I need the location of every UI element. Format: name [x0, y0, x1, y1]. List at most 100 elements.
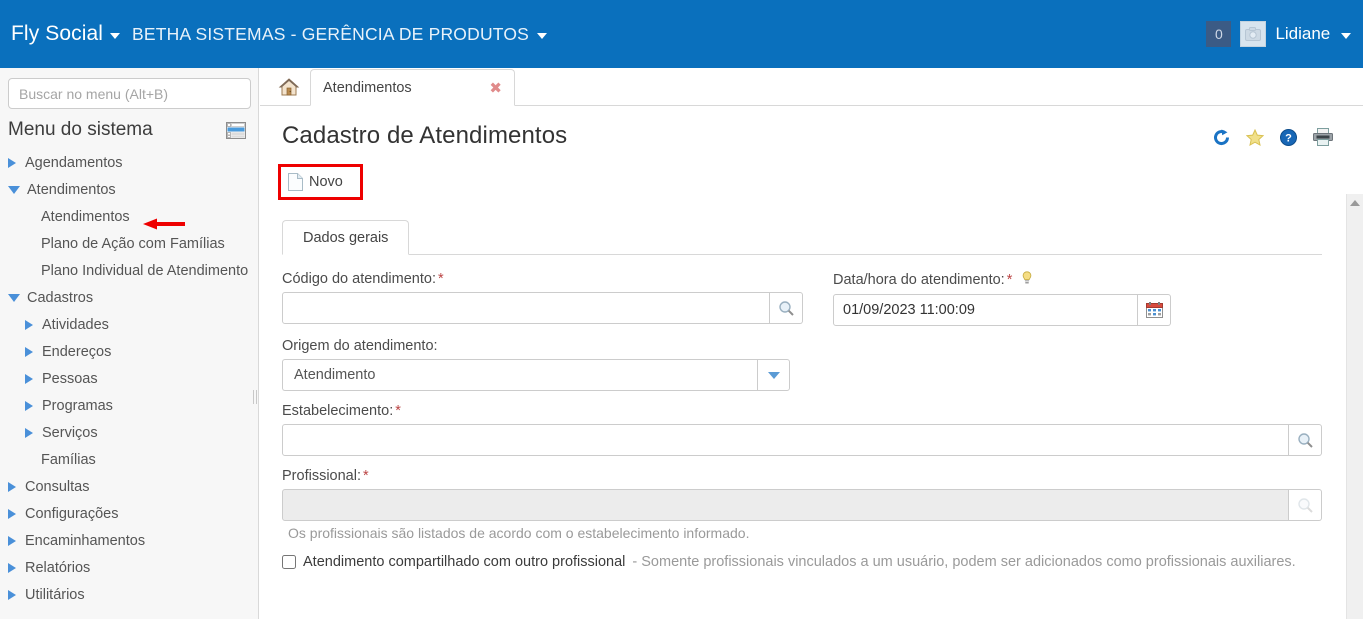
- sidebar-item-plano-individual-de-atendimento[interactable]: Plano Individual de Atendimento: [0, 257, 258, 284]
- calendar-icon: [1145, 302, 1163, 318]
- chevron-right-icon: [25, 373, 33, 384]
- search-icon: [1297, 432, 1313, 448]
- sidebar-item-label: Atividades: [42, 316, 109, 333]
- sidebar-item-label: Agendamentos: [25, 154, 123, 171]
- sidebar-item-relat-rios[interactable]: Relatórios: [0, 554, 258, 581]
- document-icon: [288, 173, 303, 191]
- sidebar-item-fam-lias[interactable]: Famílias: [0, 446, 258, 473]
- sidebar-item-encaminhamentos[interactable]: Encaminhamentos: [0, 527, 258, 554]
- home-icon: [278, 77, 300, 95]
- profissional-label-text: Profissional:: [282, 468, 361, 484]
- origem-select-group[interactable]: Atendimento: [282, 359, 1322, 391]
- origem-select-value[interactable]: Atendimento: [282, 359, 757, 391]
- chevron-down-icon: [8, 293, 20, 302]
- organization-label: BETHA SISTEMAS - GERÊNCIA DE PRODUTOS: [132, 23, 530, 44]
- sidebar-item-atividades[interactable]: Atividades: [0, 311, 258, 338]
- refresh-icon[interactable]: [1213, 129, 1230, 146]
- sidebar-item-label: Atendimentos: [41, 208, 130, 225]
- chevron-down-icon: [537, 32, 548, 39]
- favorite-star-icon[interactable]: [1245, 128, 1265, 146]
- tab-home[interactable]: [270, 68, 308, 105]
- tab-bar: Atendimentos ✖: [260, 68, 1363, 106]
- profissional-input[interactable]: [282, 489, 1290, 521]
- sidebar-menu: Agendamentos Atendimentos Atendimentos Plan…: [0, 147, 258, 608]
- sidebar-item-label: Endereços: [42, 343, 112, 360]
- sidebar-item-servi-os[interactable]: Serviços: [0, 419, 258, 446]
- help-icon[interactable]: ?: [1280, 128, 1297, 146]
- estabelecimento-search-button[interactable]: [1289, 424, 1322, 456]
- sidebar-item-label: Serviços: [42, 424, 98, 441]
- field-label: Data/hora do atendimento: *: [833, 271, 1171, 289]
- field-atendimento-compartilhado: Atendimento compartilhado com outro prof…: [282, 554, 1322, 570]
- user-menu[interactable]: Lidiane: [1275, 24, 1351, 44]
- codigo-input[interactable]: [282, 292, 770, 324]
- close-icon[interactable]: ✖: [463, 79, 502, 97]
- organization-selector[interactable]: BETHA SISTEMAS - GERÊNCIA DE PRODUTOS: [132, 23, 548, 45]
- print-icon[interactable]: [1313, 128, 1333, 146]
- datahora-input[interactable]: [833, 294, 1138, 326]
- sidebar-item-plano-de-a-o-com-fam-lias[interactable]: Plano de Ação com Famílias: [0, 230, 258, 257]
- shared-appointment-checkbox[interactable]: [282, 555, 296, 569]
- sidebar-item-programas[interactable]: Programas: [0, 392, 258, 419]
- sidebar-item-label: Consultas: [25, 478, 90, 495]
- sidebar-item-label: Cadastros: [27, 289, 94, 306]
- brand-label: Fly Social: [11, 22, 104, 45]
- chevron-right-icon: [25, 319, 33, 330]
- tab-atendimentos[interactable]: Atendimentos ✖: [310, 69, 515, 106]
- header-right-group: 0 Lidiane: [1206, 21, 1351, 47]
- vertical-scrollbar[interactable]: [1346, 194, 1363, 619]
- chevron-right-icon: [25, 346, 33, 357]
- new-button[interactable]: Novo: [281, 167, 352, 197]
- codigo-search-button[interactable]: [770, 292, 803, 324]
- chevron-right-icon: [8, 562, 16, 573]
- shared-appointment-label[interactable]: Atendimento compartilhado com outro prof…: [303, 554, 625, 570]
- field-profissional: Profissional: * Os profissionais são list…: [282, 468, 1322, 541]
- notification-badge[interactable]: 0: [1206, 21, 1232, 47]
- search-input[interactable]: [8, 78, 251, 109]
- username-label: Lidiane: [1275, 24, 1331, 43]
- codigo-label-text: Código do atendimento:: [282, 271, 436, 287]
- sidebar-item-label: Programas: [42, 397, 113, 414]
- form-row-1: Código do atendimento: * Data/hora do at…: [282, 271, 1322, 338]
- avatar[interactable]: [1240, 21, 1267, 47]
- field-label: Profissional: *: [282, 468, 1322, 484]
- page-toolbar: Novo: [278, 164, 1363, 200]
- lightbulb-icon[interactable]: [1022, 271, 1032, 289]
- profissional-input-group: [282, 489, 1322, 521]
- sidebar-item-cadastros[interactable]: Cadastros: [0, 284, 258, 311]
- sidebar-item-utilit-rios[interactable]: Utilitários: [0, 581, 258, 608]
- sidebar-item-atendimentos[interactable]: Atendimentos: [0, 203, 258, 230]
- chevron-right-icon: [8, 535, 16, 546]
- scroll-up-arrow-icon[interactable]: [1350, 200, 1360, 206]
- sidebar-search-wrap: [0, 68, 258, 113]
- field-label: Origem do atendimento:: [282, 338, 438, 354]
- chevron-down-icon: [8, 185, 20, 194]
- sidebar-splitter-handle[interactable]: [251, 386, 258, 408]
- origem-dropdown-button[interactable]: [757, 359, 790, 391]
- sidebar-title: Menu do sistema: [8, 119, 153, 140]
- brand-menu[interactable]: Fly Social: [11, 22, 121, 46]
- search-icon: [1297, 497, 1313, 513]
- calendar-button[interactable]: [1138, 294, 1171, 326]
- top-header-bar: Fly Social BETHA SISTEMAS - GERÊNCIA DE …: [0, 0, 1363, 68]
- sidebar-item-label: Relatórios: [25, 559, 91, 576]
- chevron-right-icon: [8, 481, 16, 492]
- shared-appointment-note: - Somente profissionais vinculados a um …: [632, 554, 1296, 570]
- sidebar-item-atendimentos[interactable]: Atendimentos: [0, 176, 258, 203]
- required-marker: *: [362, 468, 369, 484]
- search-icon: [778, 300, 794, 316]
- sidebar-item-pessoas[interactable]: Pessoas: [0, 365, 258, 392]
- chevron-down-icon: [110, 32, 121, 39]
- list-view-icon[interactable]: [226, 121, 246, 139]
- tab-dados-gerais[interactable]: Dados gerais: [282, 220, 410, 255]
- sidebar-item-agendamentos[interactable]: Agendamentos: [0, 149, 258, 176]
- sidebar-item-consultas[interactable]: Consultas: [0, 473, 258, 500]
- estabelecimento-input[interactable]: [282, 424, 1290, 456]
- sidebar-item-endere-os[interactable]: Endereços: [0, 338, 258, 365]
- profissional-search-button[interactable]: [1289, 489, 1322, 521]
- codigo-input-group: [282, 292, 803, 324]
- profissional-help-text: Os profissionais são listados de acordo …: [288, 525, 750, 541]
- sidebar-item-configura-es[interactable]: Configurações: [0, 500, 258, 527]
- form-body: Código do atendimento: * Data/hora do at…: [282, 255, 1322, 570]
- new-button-label: Novo: [309, 174, 343, 190]
